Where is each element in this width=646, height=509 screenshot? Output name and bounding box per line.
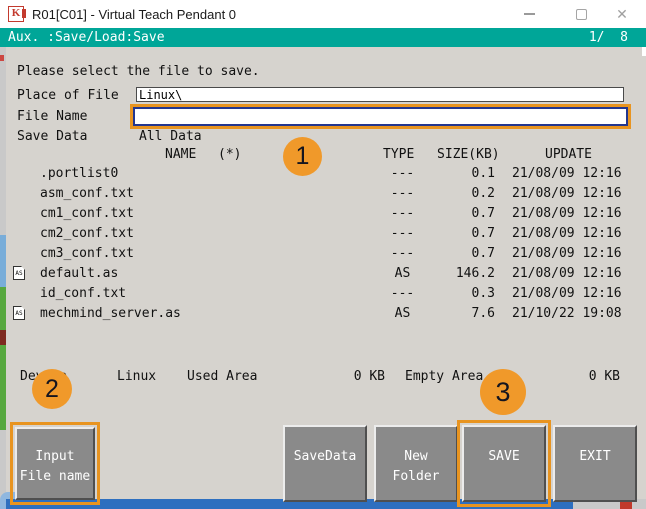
save-button[interactable]: SAVE: [457, 420, 551, 507]
prompt-text: Please select the file to save.: [17, 64, 260, 79]
save-data-label: Save Data: [17, 129, 88, 144]
file-name: cm1_conf.txt: [40, 205, 134, 221]
file-row[interactable]: id_conf.txt --- 0.3 21/08/09 12:16: [10, 283, 630, 303]
empty-area-value: 0 KB: [588, 369, 620, 384]
file-type: ---: [390, 165, 415, 181]
file-name: cm2_conf.txt: [40, 225, 134, 241]
window-title: R01[C01] - Virtual Teach Pendant 0: [32, 7, 237, 22]
file-size: 0.7: [471, 205, 495, 221]
button-label: Folder: [392, 469, 440, 484]
file-update: 21/08/09 12:16: [512, 205, 622, 221]
file-row[interactable]: cm3_conf.txt --- 0.7 21/08/09 12:16: [10, 243, 630, 263]
close-icon: ✕: [616, 5, 628, 22]
file-name-input[interactable]: [133, 107, 628, 126]
file-size: 0.2: [471, 185, 495, 201]
file-type: ---: [390, 245, 415, 261]
button-label: EXIT: [579, 449, 611, 464]
device-value: Linux: [117, 369, 157, 384]
button-label: New: [404, 449, 428, 464]
button-label: SAVE: [488, 449, 520, 464]
maximize-button[interactable]: [561, 0, 601, 28]
file-name: asm_conf.txt: [40, 185, 134, 201]
file-row[interactable]: cm1_conf.txt --- 0.7 21/08/09 12:16: [10, 203, 630, 223]
file-update: 21/08/09 12:16: [512, 265, 622, 281]
screen-title: Aux. :Save/Load:Save: [8, 30, 165, 45]
file-name-label: File Name: [17, 109, 88, 124]
file-update: 21/10/22 19:08: [512, 305, 622, 321]
file-row[interactable]: AS default.as AS 146.2 21/08/09 12:16: [10, 263, 630, 283]
file-type: AS: [394, 265, 411, 281]
file-type: ---: [390, 285, 415, 301]
col-name-mark: (*): [218, 147, 242, 162]
annotation-circle-2: 2: [32, 369, 72, 409]
used-area-value: 0 KB: [353, 369, 385, 384]
exit-button[interactable]: EXIT: [553, 425, 637, 502]
file-name: default.as: [40, 265, 119, 281]
file-row[interactable]: cm2_conf.txt --- 0.7 21/08/09 12:16: [10, 223, 630, 243]
file-name-highlight-box: [130, 104, 631, 129]
file-update: 21/08/09 12:16: [512, 165, 622, 181]
file-type: AS: [394, 305, 411, 321]
col-name: NAME: [165, 147, 197, 162]
used-area-label: Used Area: [187, 369, 258, 384]
button-label: SaveData: [293, 449, 357, 464]
close-button[interactable]: ✕: [602, 0, 642, 28]
maximize-icon: [575, 8, 587, 20]
app-logo-icon: K: [8, 6, 26, 22]
file-size: 7.6: [471, 305, 495, 321]
desktop-artifact: [0, 287, 6, 430]
file-size: 0.3: [471, 285, 495, 301]
file-name: .portlist0: [40, 165, 119, 181]
button-label: Input: [35, 449, 75, 464]
place-of-file-label: Place of File: [17, 88, 119, 103]
file-name: id_conf.txt: [40, 285, 127, 301]
file-type: ---: [390, 185, 415, 201]
file-row[interactable]: AS mechmind_server.as AS 7.6 21/10/22 19…: [10, 303, 630, 323]
file-size: 0.1: [471, 165, 495, 181]
file-size: 0.7: [471, 245, 495, 261]
file-size: 146.2: [455, 265, 495, 281]
save-data-button[interactable]: SaveData: [283, 425, 367, 502]
file-name: mechmind_server.as: [40, 305, 181, 321]
file-size: 0.7: [471, 225, 495, 241]
title-bar: K R01[C01] - Virtual Teach Pendant 0 ✕: [0, 0, 646, 28]
col-size: SIZE(KB): [437, 147, 500, 162]
empty-area-label: Empty Area: [405, 369, 484, 384]
col-update: UPDATE: [545, 147, 592, 162]
button-label: File name: [19, 469, 91, 484]
file-row[interactable]: .portlist0 --- 0.1 21/08/09 12:16: [10, 163, 630, 183]
input-file-name-button[interactable]: Input File name: [10, 422, 100, 505]
desktop-artifact: [0, 235, 6, 287]
file-icon-slot: AS: [10, 306, 38, 320]
new-folder-button[interactable]: New Folder: [374, 425, 458, 502]
file-list: .portlist0 --- 0.1 21/08/09 12:16 asm_co…: [10, 163, 630, 323]
minimize-button[interactable]: [509, 0, 549, 28]
virtual-teach-pendant-window: K R01[C01] - Virtual Teach Pendant 0 ✕ A…: [0, 0, 646, 509]
desktop-artifact: [0, 330, 6, 345]
file-icon-slot: AS: [10, 266, 38, 280]
desktop-artifact: [0, 55, 4, 61]
as-file-icon: AS: [13, 306, 25, 320]
screen-header-bar: Aux. :Save/Load:Save 1/ 8: [0, 28, 646, 47]
save-data-value: All Data: [139, 129, 202, 144]
desktop-artifact: [620, 501, 632, 509]
file-name: cm3_conf.txt: [40, 245, 134, 261]
minimize-icon: [523, 13, 535, 15]
as-file-icon: AS: [13, 266, 25, 280]
file-row[interactable]: asm_conf.txt --- 0.2 21/08/09 12:16: [10, 183, 630, 203]
annotation-circle-1: 1: [283, 137, 322, 176]
annotation-circle-3: 3: [480, 369, 526, 415]
col-type: TYPE: [383, 147, 415, 162]
page-indicator: 1/ 8: [588, 30, 628, 45]
file-update: 21/08/09 12:16: [512, 245, 622, 261]
place-of-file-input[interactable]: [136, 87, 624, 102]
file-update: 21/08/09 12:16: [512, 185, 622, 201]
file-type: ---: [390, 205, 415, 221]
file-type: ---: [390, 225, 415, 241]
file-update: 21/08/09 12:16: [512, 285, 622, 301]
file-update: 21/08/09 12:16: [512, 225, 622, 241]
